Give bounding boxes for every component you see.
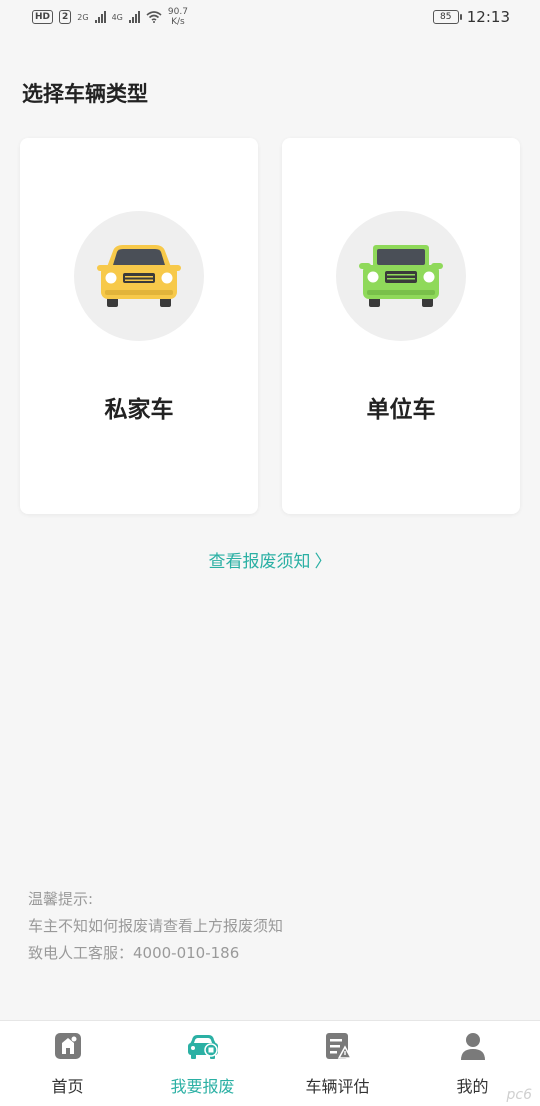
battery-icon: 85	[432, 10, 462, 24]
tab-evaluate-label: 车辆评估	[305, 1077, 370, 1096]
tab-scrap[interactable]: 我要报废	[135, 1021, 270, 1106]
tab-profile-label: 我的	[456, 1077, 489, 1096]
private-car-label: 私家车	[104, 397, 174, 423]
scrap-notice-link[interactable]: 查看报废须知〉	[0, 547, 540, 572]
watermark-logo: pc6	[506, 1087, 533, 1103]
home-icon	[51, 1029, 85, 1063]
status-right: 85 12:13	[432, 8, 510, 26]
tab-home[interactable]: 首页	[0, 1021, 135, 1106]
car-icon-circle	[74, 211, 204, 341]
scrap-car-icon	[186, 1029, 220, 1063]
battery-level: 85	[440, 12, 452, 22]
net-speed-value: 90.7	[167, 7, 188, 17]
tips-section: 温馨提示: 车主不知如何报废请查看上方报废须知 致电人工客服：4000-010-…	[28, 886, 283, 967]
tab-scrap-label: 我要报废	[170, 1077, 235, 1096]
private-car-card[interactable]: 私家车	[20, 138, 258, 514]
company-car-label: 单位车	[366, 397, 436, 423]
network-type-2: 4G	[111, 12, 123, 22]
chevron-right-icon: 〉	[314, 552, 332, 572]
tab-evaluate[interactable]: 车辆评估	[270, 1021, 405, 1106]
status-left: HD 2 2G 4G 90.7 K/s	[32, 7, 188, 27]
company-car-card[interactable]: 单位车	[282, 138, 520, 514]
tips-heading: 温馨提示:	[28, 890, 94, 908]
clock: 12:13	[466, 8, 510, 26]
net-speed-unit: K/s	[171, 17, 185, 27]
wifi-icon	[146, 11, 162, 23]
status-bar: HD 2 2G 4G 90.7 K/s 85 12:13	[0, 0, 540, 34]
car-icon-circle	[336, 211, 466, 341]
tab-home-label: 首页	[51, 1077, 84, 1096]
scrap-notice-text: 查看报废须知	[208, 552, 311, 572]
tips-line: 车主不知如何报废请查看上方报废须知	[28, 917, 284, 935]
sim-badge: 2	[59, 10, 72, 24]
green-car-icon	[359, 245, 443, 307]
page-title: 选择车辆类型	[22, 82, 148, 106]
signal-icon-2	[128, 11, 140, 23]
signal-icon-1	[94, 11, 106, 23]
tips-hotline: 致电人工客服：4000-010-186	[28, 944, 240, 962]
yellow-car-icon	[97, 245, 181, 307]
hd-badge: HD	[32, 10, 54, 24]
evaluate-icon	[321, 1029, 355, 1063]
net-speed: 90.7 K/s	[168, 7, 188, 27]
network-type-1: 2G	[77, 12, 89, 22]
bottom-tab-bar: 首页 我要报废 车辆评估 我的	[0, 1020, 540, 1106]
profile-icon	[456, 1029, 490, 1063]
